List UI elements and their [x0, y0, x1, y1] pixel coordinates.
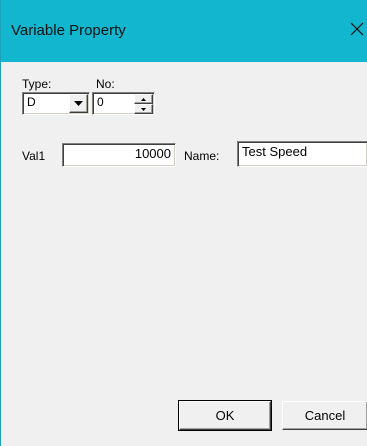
name-value: Test Speed — [242, 144, 308, 159]
type-dropdown-button[interactable] — [69, 94, 88, 113]
spin-down-button[interactable] — [134, 104, 153, 114]
name-input[interactable]: Test Speed — [237, 141, 367, 167]
ok-button[interactable]: OK — [178, 400, 272, 431]
arrow-up-icon — [141, 97, 146, 101]
type-label: Type: — [22, 77, 52, 91]
chevron-down-icon — [74, 100, 83, 106]
val1-input[interactable]: 10000 — [62, 143, 176, 167]
val1-label: Val1 — [22, 149, 46, 163]
title-bar[interactable]: Variable Property — [1, 0, 367, 62]
type-dropdown[interactable]: D — [22, 92, 90, 115]
variable-property-dialog: Variable Property Type: No: D 0 Val1 100… — [0, 0, 367, 446]
no-label: No: — [96, 77, 115, 91]
type-dropdown-value: D — [27, 95, 36, 109]
name-label: Name: — [184, 149, 220, 163]
window-title: Variable Property — [11, 22, 126, 39]
no-spinner[interactable]: 0 — [92, 92, 155, 115]
cancel-button[interactable]: Cancel — [282, 401, 367, 430]
close-icon — [350, 22, 364, 36]
val1-value: 10000 — [134, 146, 171, 161]
no-spinner-value: 0 — [97, 95, 104, 109]
spin-up-button[interactable] — [134, 94, 153, 104]
arrow-down-icon — [141, 107, 146, 111]
close-button[interactable] — [346, 14, 367, 44]
